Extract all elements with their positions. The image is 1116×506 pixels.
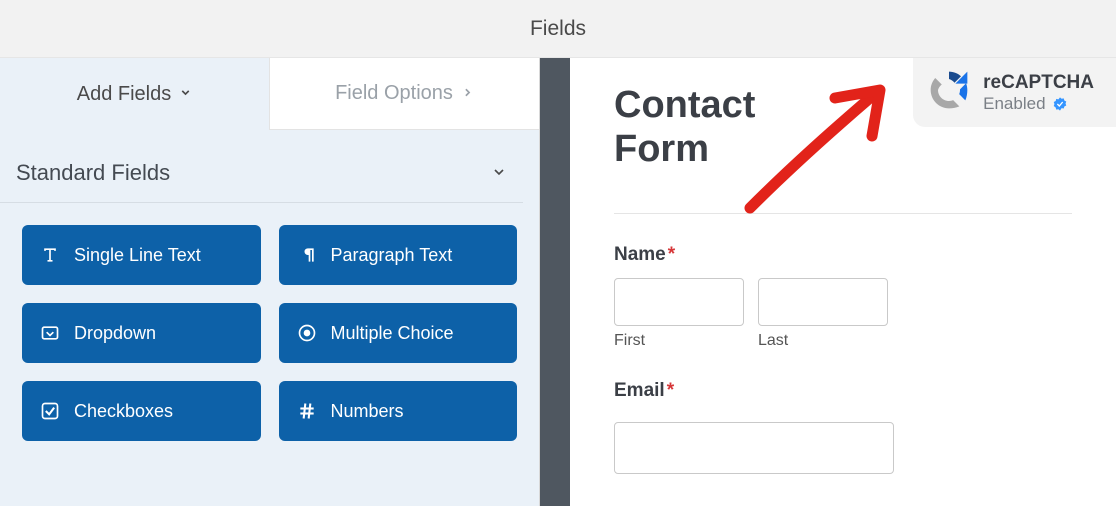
recaptcha-text: reCAPTCHA Enabled bbox=[983, 72, 1094, 114]
required-asterisk: * bbox=[667, 380, 674, 401]
sidebar: Add Fields Field Options Standard Fields bbox=[0, 58, 540, 506]
field-label: Numbers bbox=[331, 401, 404, 422]
field-multiple-choice[interactable]: Multiple Choice bbox=[279, 303, 518, 363]
field-single-line-text[interactable]: Single Line Text bbox=[22, 225, 261, 285]
chevron-down-icon bbox=[179, 86, 192, 102]
required-asterisk: * bbox=[668, 244, 675, 265]
recaptcha-badge[interactable]: reCAPTCHA Enabled bbox=[913, 58, 1116, 127]
email-label: Email* bbox=[614, 380, 1072, 402]
field-label: Single Line Text bbox=[74, 245, 201, 266]
first-sublabel: First bbox=[614, 332, 744, 350]
last-name-input[interactable] bbox=[758, 278, 888, 326]
top-bar-title: Fields bbox=[530, 17, 586, 41]
verified-icon bbox=[1052, 96, 1068, 112]
radio-icon bbox=[297, 323, 317, 343]
field-numbers[interactable]: Numbers bbox=[279, 381, 518, 441]
section-header-standard-fields[interactable]: Standard Fields bbox=[0, 130, 523, 203]
recaptcha-status: Enabled bbox=[983, 94, 1045, 114]
email-label-text: Email bbox=[614, 380, 665, 401]
text-icon bbox=[40, 245, 60, 265]
form-title[interactable]: Contact Form bbox=[614, 84, 834, 171]
checkbox-icon bbox=[40, 401, 60, 421]
top-bar: Fields bbox=[0, 0, 1116, 58]
field-checkboxes[interactable]: Checkboxes bbox=[22, 381, 261, 441]
name-label-text: Name bbox=[614, 244, 666, 265]
divider bbox=[614, 213, 1072, 214]
tab-add-fields[interactable]: Add Fields bbox=[0, 58, 269, 130]
gutter bbox=[540, 58, 570, 506]
last-sublabel: Last bbox=[758, 332, 888, 350]
field-label: Paragraph Text bbox=[331, 245, 453, 266]
first-name-input[interactable] bbox=[614, 278, 744, 326]
email-input[interactable] bbox=[614, 422, 894, 474]
chevron-right-icon bbox=[461, 86, 474, 102]
field-dropdown[interactable]: Dropdown bbox=[22, 303, 261, 363]
form-preview: reCAPTCHA Enabled Contact Form Name* Fir… bbox=[570, 58, 1116, 506]
main: Add Fields Field Options Standard Fields bbox=[0, 58, 1116, 506]
hash-icon bbox=[297, 401, 317, 421]
sidebar-tabs: Add Fields Field Options bbox=[0, 58, 539, 130]
recaptcha-icon bbox=[927, 68, 971, 117]
field-paragraph-text[interactable]: Paragraph Text bbox=[279, 225, 518, 285]
field-grid: Single Line Text Paragraph Text Dropdown… bbox=[0, 225, 539, 441]
chevron-down-icon bbox=[491, 160, 507, 186]
recaptcha-title: reCAPTCHA bbox=[983, 72, 1094, 94]
tab-field-options[interactable]: Field Options bbox=[269, 58, 539, 130]
name-row: First Last bbox=[614, 278, 1072, 350]
dropdown-icon bbox=[40, 323, 60, 343]
field-label: Multiple Choice bbox=[331, 323, 454, 344]
field-label: Checkboxes bbox=[74, 401, 173, 422]
section-title: Standard Fields bbox=[16, 160, 170, 186]
paragraph-icon bbox=[297, 245, 317, 265]
tab-field-options-label: Field Options bbox=[335, 82, 453, 105]
tab-add-fields-label: Add Fields bbox=[77, 83, 172, 106]
name-label: Name* bbox=[614, 244, 1072, 266]
field-label: Dropdown bbox=[74, 323, 156, 344]
